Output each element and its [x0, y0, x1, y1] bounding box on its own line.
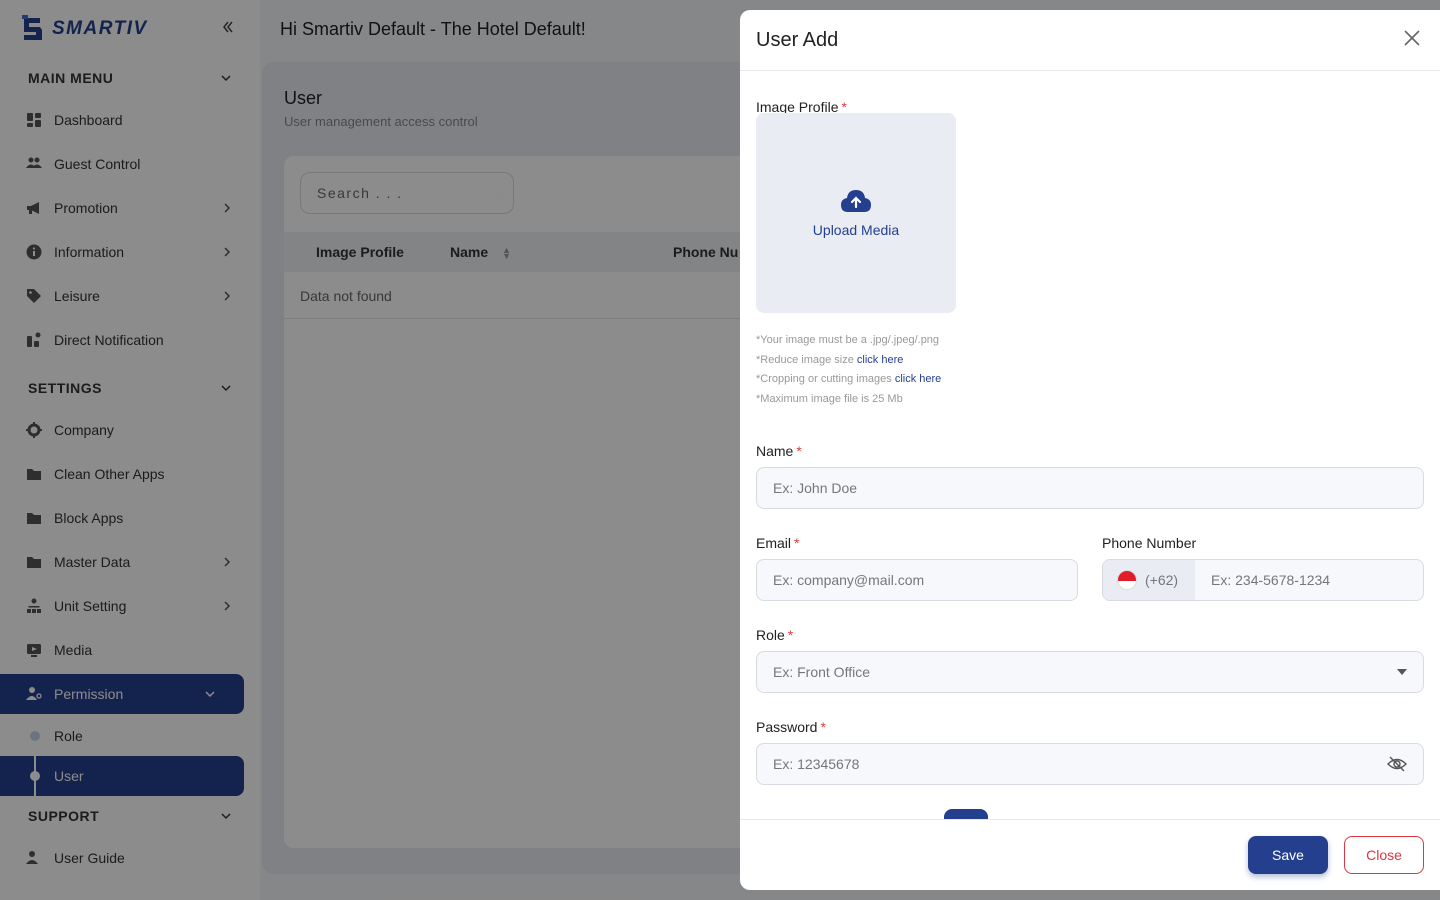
required-asterisk: * [794, 535, 800, 551]
user-add-modal: User Add Image Profile * Upload Media *Yo… [740, 10, 1440, 890]
required-asterisk: * [820, 719, 826, 735]
image-hints: *Your image must be a .jpg/.jpeg/.png *R… [756, 331, 941, 409]
eye-slash-icon[interactable] [1387, 755, 1407, 773]
required-asterisk: * [787, 627, 794, 643]
modal-footer: Save Close [740, 819, 1440, 890]
indonesia-flag-icon [1117, 570, 1137, 590]
label-text: Email [756, 535, 792, 551]
crop-image-link[interactable]: click here [895, 373, 941, 385]
country-code-selector[interactable]: (+62) [1103, 560, 1195, 600]
label-text: Name [756, 443, 794, 459]
required-asterisk: * [796, 443, 802, 459]
caret-down-icon [1397, 669, 1407, 675]
email-label: Email * [756, 535, 799, 551]
modal-header: User Add [740, 10, 1440, 71]
reduce-size-link[interactable]: click here [857, 354, 903, 366]
role-select[interactable] [756, 651, 1424, 693]
hint-text: *Cropping or cutting images [756, 373, 892, 385]
name-field [756, 467, 1424, 509]
name-label: Name * [756, 443, 802, 459]
email-field [756, 559, 1078, 601]
close-icon[interactable] [1402, 28, 1422, 48]
email-input[interactable] [773, 572, 1061, 588]
password-field [756, 743, 1424, 785]
modal-title: User Add [756, 29, 839, 51]
save-button[interactable]: Save [1248, 836, 1328, 874]
hint-max-size: *Maximum image file is 25 Mb [756, 392, 903, 405]
hint-text: *Reduce image size [756, 353, 854, 366]
country-code: (+62) [1145, 572, 1179, 588]
hint-crop: *Cropping or cutting images click here [756, 370, 941, 390]
close-button[interactable]: Close [1344, 836, 1424, 874]
name-input[interactable] [773, 480, 1407, 496]
password-input[interactable] [773, 756, 1387, 772]
modal-body: Image Profile * Upload Media *Your image … [756, 71, 1424, 820]
hint-format: *Your image must be a .jpg/.jpeg/.png [756, 334, 940, 346]
upload-media-label: Upload Media [812, 222, 900, 238]
cloud-upload-icon [841, 190, 871, 212]
role-label: Role * [756, 627, 793, 643]
phone-input[interactable] [1195, 572, 1423, 588]
phone-field: (+62) [1102, 559, 1424, 601]
phone-label: Phone Number [1102, 535, 1197, 551]
label-text: Role [756, 627, 785, 643]
role-select-value[interactable] [773, 664, 1397, 680]
upload-media-dropzone[interactable]: Upload Media [756, 113, 956, 313]
label-text: Password [756, 719, 818, 735]
password-label: Password * [756, 719, 826, 735]
hint-reduce: *Reduce image size click here [756, 351, 941, 371]
